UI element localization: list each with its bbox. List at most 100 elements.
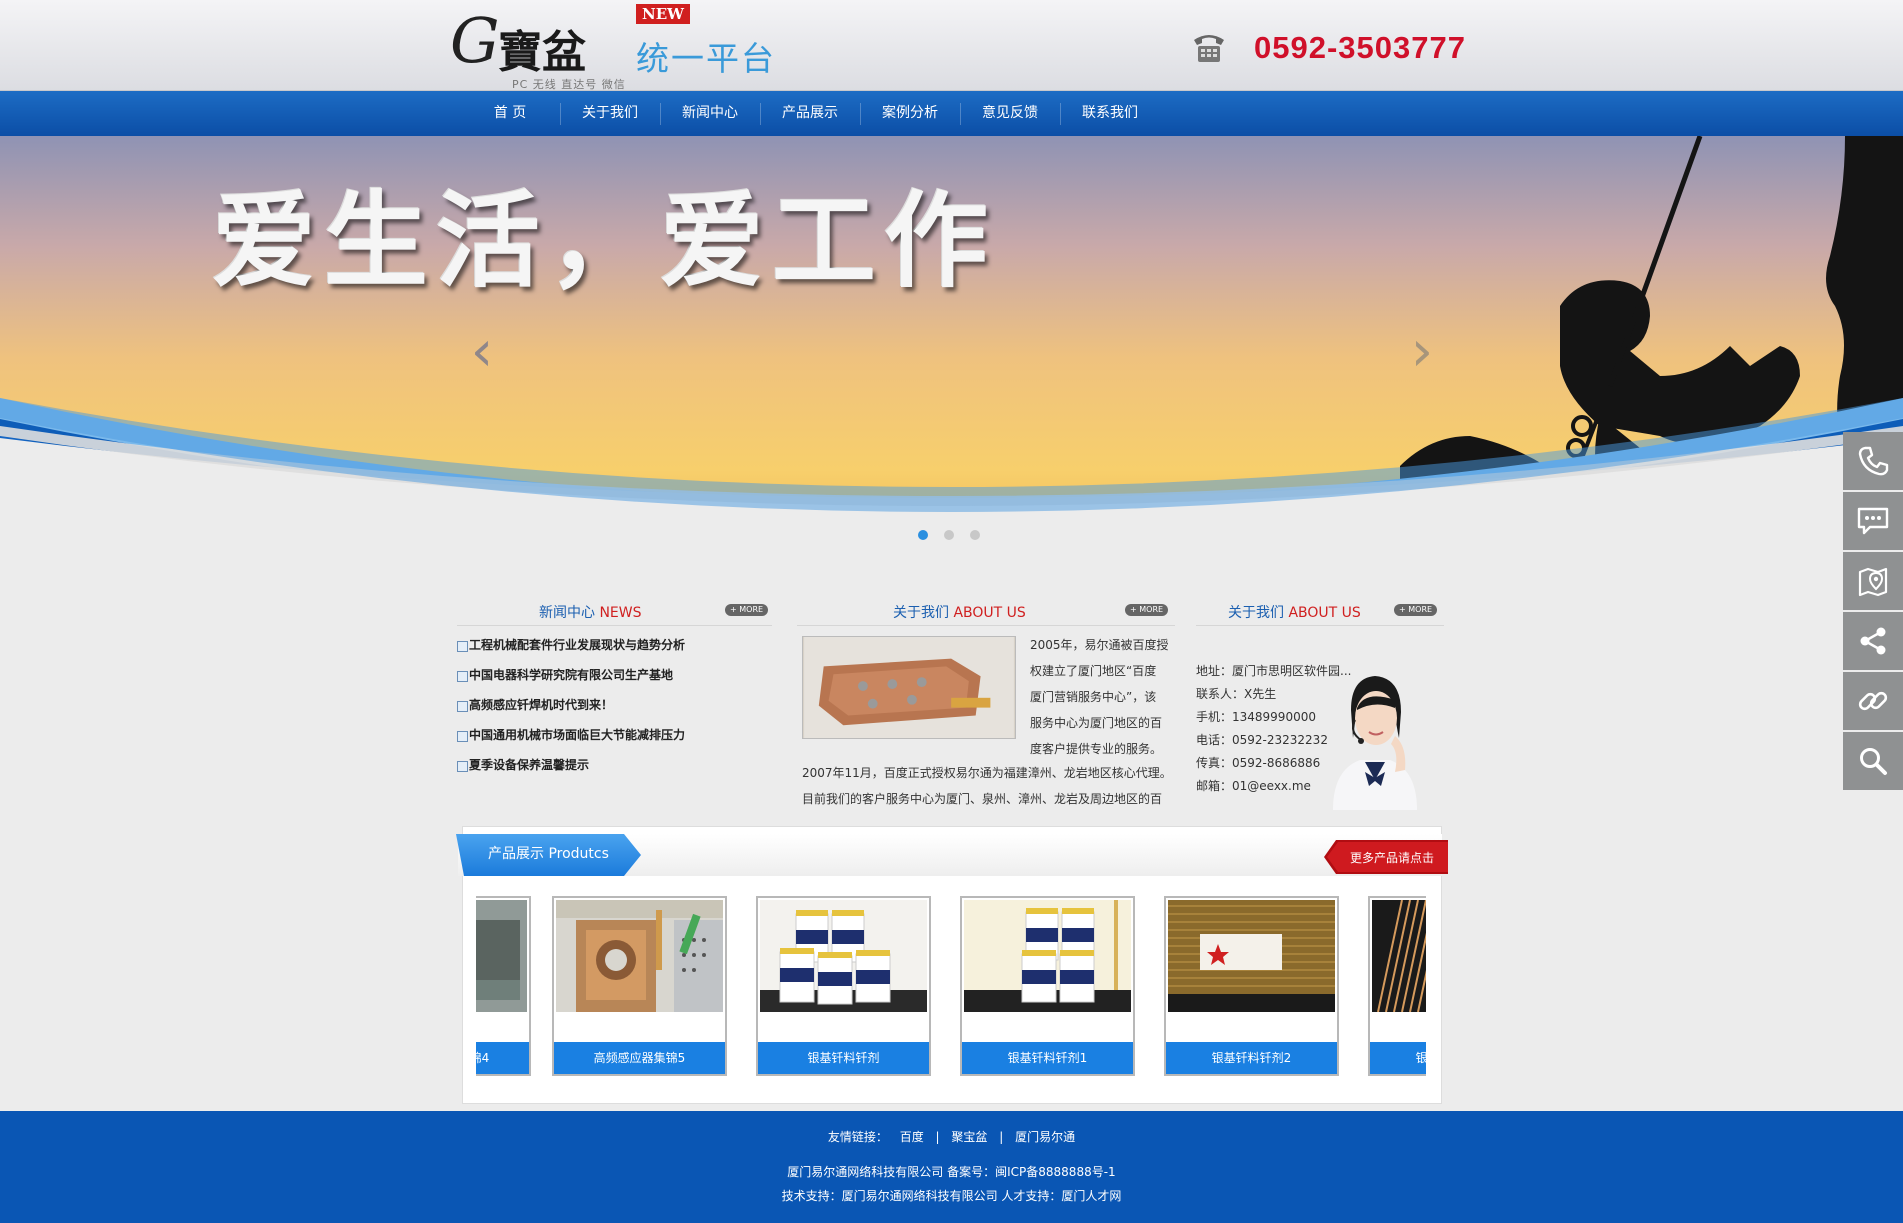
news-item[interactable]: 中国通用机械市场面临巨大节能减排压力: [457, 722, 777, 752]
sidebar-link-button[interactable]: [1843, 672, 1903, 730]
map-icon: [1858, 567, 1888, 597]
banner-prev-arrow[interactable]: ‹: [462, 322, 502, 382]
product-label: 银基钎料钎剂2: [1166, 1042, 1337, 1074]
product-card[interactable]: 银基钎料钎剂: [756, 896, 931, 1076]
about-line: 厦门营销服务中心”，该: [1030, 690, 1157, 704]
news-item[interactable]: 夏季设备保养温馨提示: [457, 752, 777, 782]
banner-slogan: 爱生活，爱工作: [212, 180, 997, 302]
nav-item-cases[interactable]: 案例分析: [860, 91, 960, 136]
about-line: 2005年，易尔通被百度授: [1030, 638, 1169, 652]
about-section-title: 关于我们 ABOUT US: [893, 602, 1026, 622]
site-footer: 友情链接： 百度 | 聚宝盆 | 厦门易尔通 厦门易尔通网络科技有限公司 备案号…: [0, 1111, 1903, 1223]
about-line: 服务中心为厦门地区的百: [1030, 716, 1163, 730]
news-item[interactable]: 工程机械配套件行业发展现状与趋势分析: [457, 632, 777, 662]
about-section-header: 关于我们 ABOUT US + MORE: [797, 596, 1175, 626]
news-title-cn: 新闻中心: [539, 605, 595, 621]
news-more-button[interactable]: + MORE: [725, 604, 769, 616]
product-label: 银基钎料钎剂1: [962, 1042, 1133, 1074]
product-image: [476, 900, 527, 1012]
nav-item-feedback[interactable]: 意见反馈: [960, 91, 1060, 136]
phone-icon: [1858, 446, 1889, 476]
news-item[interactable]: 高频感应钎焊机时代到来！: [457, 692, 777, 722]
about-line: 度客户提供专业的服务。: [1030, 742, 1163, 756]
new-badge: NEW: [636, 4, 690, 24]
site-logo[interactable]: G 寶盆 NEW 统一平台 PC 无线 直达号 微信: [448, 2, 778, 91]
link-icon: [1858, 691, 1888, 711]
contact-title-en: ABOUT US: [1288, 605, 1361, 621]
product-label: 高频感应器集锦4: [476, 1042, 529, 1074]
news-list: 工程机械配套件行业发展现状与趋势分析 中国电器科学研究院有限公司生产基地 高频感…: [457, 632, 777, 782]
about-line: 权建立了厦门地区“百度: [1030, 664, 1157, 678]
contact-section-header: 关于我们 ABOUT US + MORE: [1196, 596, 1444, 626]
nav-item-home[interactable]: 首 页: [460, 91, 560, 136]
floating-toolbar: [1843, 432, 1903, 792]
banner-next-arrow[interactable]: ›: [1402, 322, 1442, 382]
about-line: 2007年11月，百度正式授权易尔通为福建漳州、龙岩地区核心代理。: [802, 766, 1172, 780]
product-card[interactable]: 银基钎料钎剂3: [1368, 896, 1426, 1076]
products-carousel: 高频感应器集锦4 高频感应器集锦5 银基钎料钎剂: [476, 896, 1426, 1076]
share-icon: [1860, 627, 1886, 655]
logo-brand-name: 寶盆: [498, 27, 586, 78]
product-image: [964, 900, 1131, 1012]
nav-item-contact[interactable]: 联系我们: [1060, 91, 1160, 136]
product-card[interactable]: 高频感应器集锦4: [476, 896, 531, 1076]
news-item[interactable]: 中国电器科学研究院有限公司生产基地: [457, 662, 777, 692]
friend-link-jubaopen[interactable]: 聚宝盆: [951, 1130, 987, 1144]
nav-item-news[interactable]: 新闻中心: [660, 91, 760, 136]
about-more-button[interactable]: + MORE: [1125, 604, 1169, 616]
news-section-title: 新闻中心 NEWS: [539, 602, 642, 622]
friend-link-eertong[interactable]: 厦门易尔通: [1015, 1130, 1075, 1144]
banner-dot-2[interactable]: [944, 530, 954, 540]
product-label: 银基钎料钎剂: [758, 1042, 929, 1074]
product-card[interactable]: 高频感应器集锦5: [552, 896, 727, 1076]
customer-service-avatar: [1333, 676, 1417, 810]
product-image: [1168, 900, 1335, 1012]
contact-title-cn: 关于我们: [1228, 605, 1284, 621]
product-label: 银基钎料钎剂3: [1370, 1042, 1426, 1074]
product-image: [760, 900, 927, 1012]
hero-banner: 爱生活，爱工作 ‹ ›: [0, 136, 1903, 581]
logo-letter: G: [450, 4, 500, 77]
sidebar-share-button[interactable]: [1843, 612, 1903, 670]
about-title-cn: 关于我们: [893, 605, 949, 621]
friend-links: 友情链接： 百度 | 聚宝盆 | 厦门易尔通: [0, 1128, 1903, 1145]
sidebar-phone-button[interactable]: [1843, 432, 1903, 490]
hotline-number[interactable]: 0592-3503777: [1254, 30, 1466, 66]
sidebar-map-button[interactable]: [1843, 552, 1903, 610]
friend-links-label: 友情链接：: [827, 1130, 888, 1144]
banner-dot-3[interactable]: [970, 530, 980, 540]
sidebar-chat-button[interactable]: [1843, 492, 1903, 550]
sidebar-search-button[interactable]: [1843, 732, 1903, 790]
link-divider: |: [935, 1130, 940, 1144]
product-image: [1372, 900, 1426, 1012]
site-header: G 寶盆 NEW 统一平台 PC 无线 直达号 微信 0592-3503777: [0, 0, 1903, 91]
product-image: [556, 900, 723, 1012]
about-photo: [802, 636, 1016, 739]
products-tab-label[interactable]: 产品展示 Produtcs: [488, 843, 609, 863]
about-line: 目前我们的客户服务中心为厦门、泉州、漳州、龙岩及周边地区的百: [802, 792, 1163, 806]
logo-title: 统一平台: [636, 39, 776, 78]
news-title-en: NEWS: [599, 605, 642, 621]
about-text-bottom: 2007年11月，百度正式授权易尔通为福建漳州、龙岩地区核心代理。 目前我们的客…: [802, 760, 1182, 812]
banner-dot-1[interactable]: [918, 530, 928, 540]
search-icon: [1860, 748, 1887, 775]
footer-support: 技术支持：厦门易尔通网络科技有限公司 人才支持：厦门人才网: [781, 1189, 1122, 1203]
banner-pagination: [918, 530, 980, 540]
product-card[interactable]: 银基钎料钎剂1: [960, 896, 1135, 1076]
about-title-en: ABOUT US: [953, 605, 1026, 621]
product-card[interactable]: 银基钎料钎剂2: [1164, 896, 1339, 1076]
chat-icon: [1857, 507, 1889, 535]
contact-section-title: 关于我们 ABOUT US: [1228, 602, 1361, 622]
friend-link-baidu[interactable]: 百度: [900, 1130, 924, 1144]
product-label: 高频感应器集锦5: [554, 1042, 725, 1074]
main-nav: 首 页 关于我们 新闻中心 产品展示 案例分析 意见反馈 联系我们: [0, 91, 1903, 136]
nav-item-about[interactable]: 关于我们: [560, 91, 660, 136]
about-text-right: 2005年，易尔通被百度授 权建立了厦门地区“百度 厦门营销服务中心”，该 服务…: [1030, 632, 1176, 762]
footer-copyright: 厦门易尔通网络科技有限公司 备案号：闽ICP备8888888号-1: [787, 1165, 1116, 1179]
contact-more-button[interactable]: + MORE: [1394, 604, 1438, 616]
nav-item-products[interactable]: 产品展示: [760, 91, 860, 136]
telephone-icon: [1194, 35, 1224, 62]
more-products-link[interactable]: 更多产品请点击: [1350, 849, 1434, 866]
news-section-header: 新闻中心 NEWS + MORE: [457, 596, 772, 626]
logo-subtitle: PC 无线 直达号 微信: [512, 78, 626, 91]
